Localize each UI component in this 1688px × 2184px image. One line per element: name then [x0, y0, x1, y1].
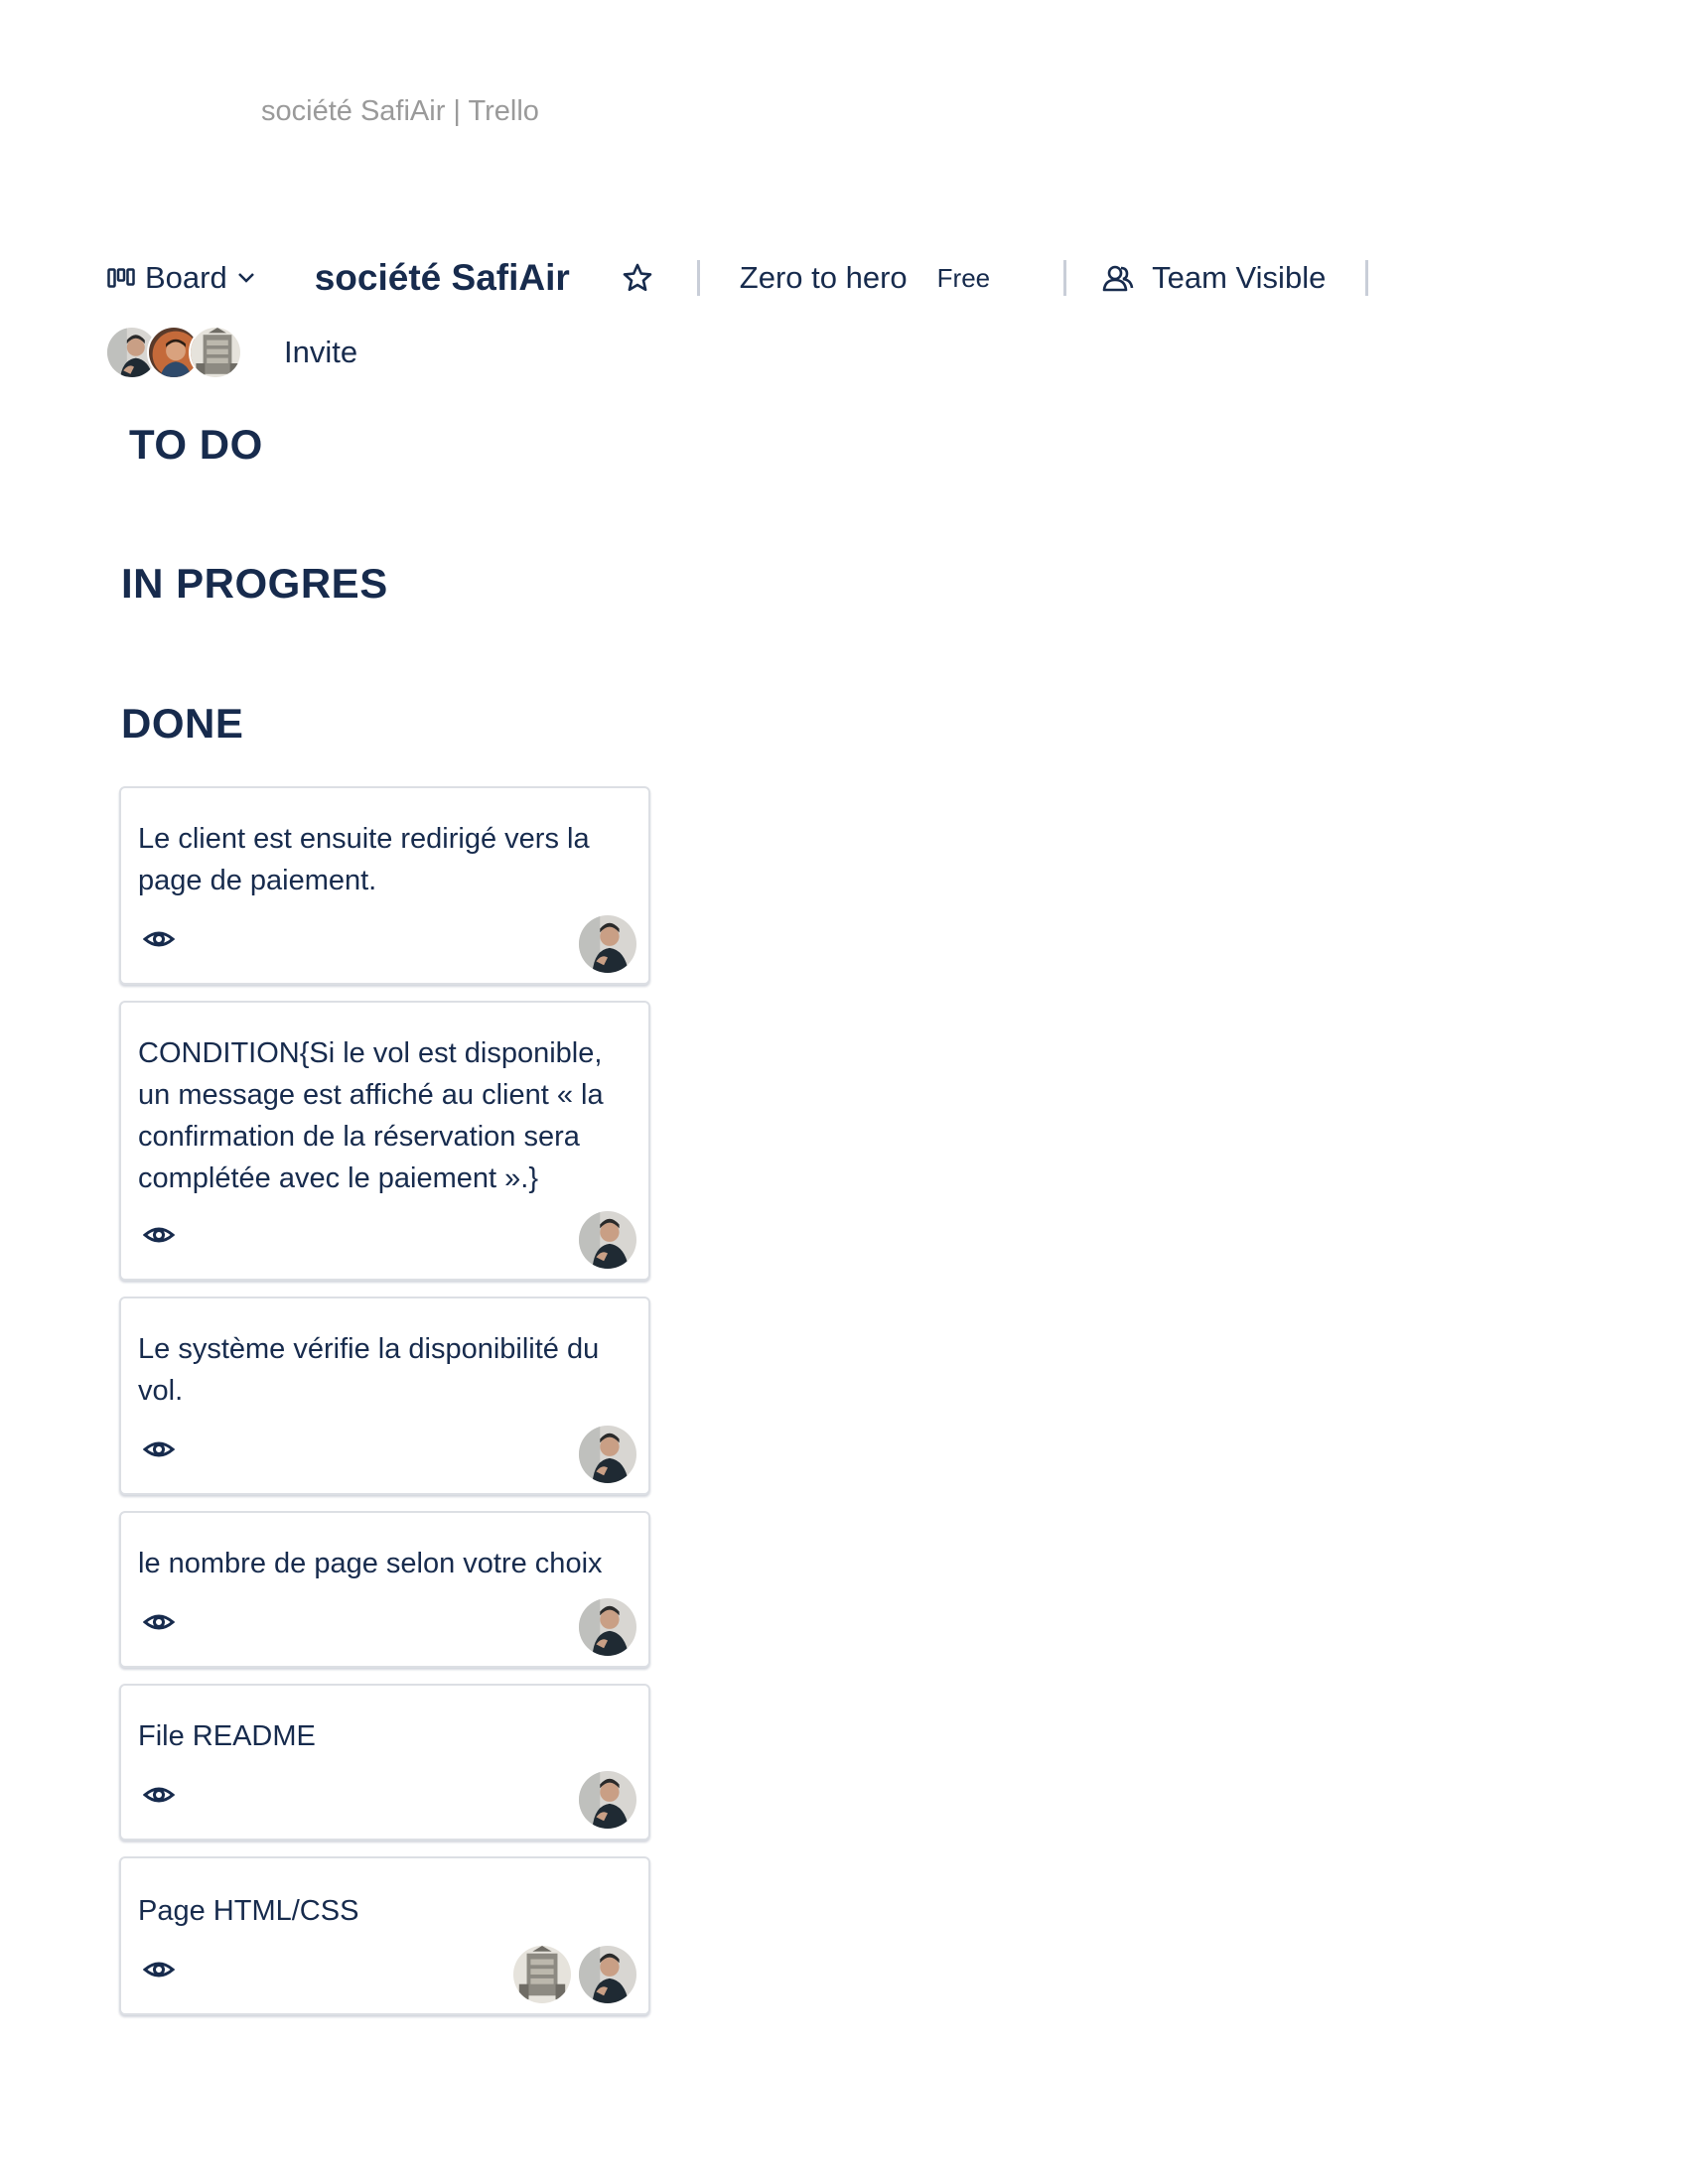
eye-icon [143, 923, 175, 955]
card[interactable]: Le client est ensuite redirigé vers la p… [119, 786, 650, 985]
document-title: société SafiAir | Trello [261, 95, 539, 127]
card-members [571, 1426, 636, 1483]
card-title: File README [138, 1720, 316, 1752]
card-member-avatar-image [579, 1771, 636, 1829]
card-members [571, 1598, 636, 1656]
card-members [571, 915, 636, 973]
card-member-avatar[interactable] [579, 1771, 636, 1829]
visibility-label: Team Visible [1152, 260, 1327, 295]
card-title: Le système vérifie la disponibilité du v… [138, 1333, 600, 1407]
view-switcher-label: Board [145, 260, 227, 295]
card-member-avatar-image [579, 915, 636, 973]
eye-icon [143, 1606, 175, 1638]
list-title-todo[interactable]: TO DO [129, 421, 263, 469]
card-member-avatar[interactable] [513, 1946, 571, 2003]
board-header: Board société SafiAir Zero to hero Free … [107, 250, 1369, 306]
chevron-down-icon [237, 272, 255, 284]
card-member-avatar[interactable] [579, 1946, 636, 2003]
card[interactable]: CONDITION{Si le vol est disponible, un m… [119, 1001, 650, 1281]
star-icon[interactable] [622, 262, 653, 294]
card-title: Le client est ensuite redirigé vers la p… [138, 823, 590, 896]
card-member-avatar-image [579, 1598, 636, 1656]
card-member-avatar-image [579, 1211, 636, 1269]
team-icon [1102, 264, 1134, 292]
board-members: Invite [105, 324, 357, 381]
card-member-avatar[interactable] [579, 915, 636, 973]
plan-badge: Free [936, 262, 991, 293]
card[interactable]: le nombre de page selon votre choix [119, 1511, 650, 1668]
workspace-name[interactable]: Zero to hero [740, 260, 908, 296]
member-avatar-image [191, 328, 242, 379]
header-divider [1365, 260, 1369, 296]
card[interactable]: Le système vérifie la disponibilité du v… [119, 1297, 650, 1495]
invite-button[interactable]: Invite [284, 335, 357, 370]
header-divider [696, 260, 700, 296]
card[interactable]: File README [119, 1684, 650, 1841]
card-member-avatar[interactable] [579, 1211, 636, 1269]
eye-icon [143, 1779, 175, 1811]
view-switcher-button[interactable]: Board [107, 260, 255, 296]
card-member-avatar-image [579, 1426, 636, 1483]
eye-icon [143, 1954, 175, 1985]
member-avatar[interactable] [189, 326, 242, 379]
card-members [571, 1211, 636, 1269]
board-name[interactable]: société SafiAir [315, 257, 570, 299]
card-members [571, 1771, 636, 1829]
list-title-in-progress[interactable]: IN PROGRES [121, 560, 388, 608]
card-member-avatar[interactable] [579, 1426, 636, 1483]
card-title: CONDITION{Si le vol est disponible, un m… [138, 1037, 604, 1194]
card[interactable]: Page HTML/CSS [119, 1856, 650, 2015]
board-view-icon [107, 268, 135, 288]
card-member-avatar-image [513, 1946, 571, 2003]
card-member-avatar[interactable] [579, 1598, 636, 1656]
eye-icon [143, 1433, 175, 1465]
header-divider [1063, 260, 1067, 296]
visibility-button[interactable]: Team Visible [1102, 260, 1326, 296]
card-members [505, 1946, 636, 2003]
list-title-done[interactable]: DONE [121, 700, 243, 748]
card-member-avatar-image [579, 1946, 636, 2003]
card-title: Page HTML/CSS [138, 1895, 359, 1927]
card-title: le nombre de page selon votre choix [138, 1548, 603, 1579]
eye-icon [143, 1219, 175, 1251]
